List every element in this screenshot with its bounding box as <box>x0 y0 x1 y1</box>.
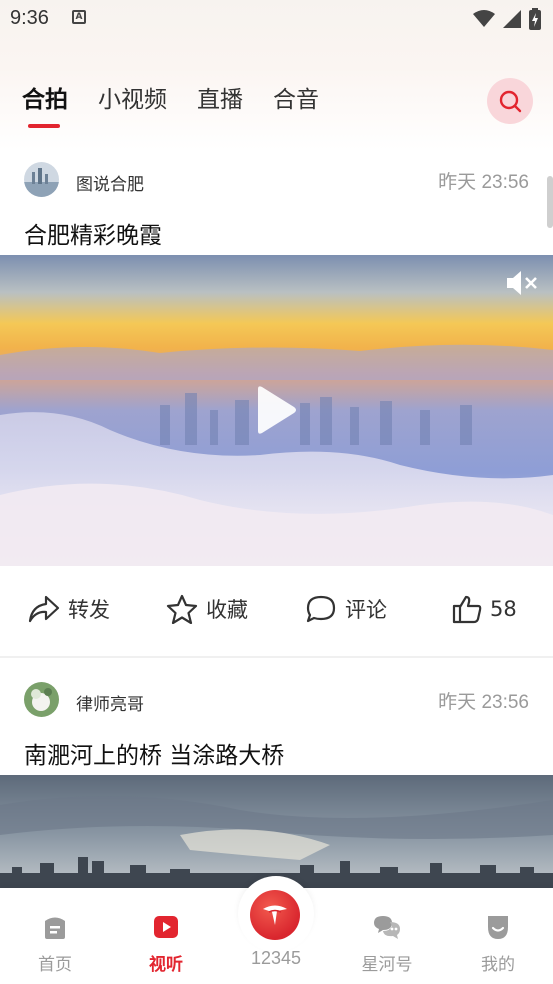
tab-heyin[interactable]: 合音 <box>273 80 319 130</box>
hotline-icon <box>263 905 287 925</box>
nav-xinghe[interactable]: 星河号 <box>347 914 427 975</box>
nav-label: 我的 <box>481 955 515 975</box>
chat-icon <box>374 916 400 939</box>
author-name[interactable]: 律师亮哥 <box>76 690 144 715</box>
nav-label: 视听 <box>149 955 183 975</box>
profile-icon <box>488 916 508 939</box>
avatar[interactable] <box>24 682 59 717</box>
nav-profile[interactable]: 我的 <box>458 914 538 975</box>
nav-home[interactable]: 首页 <box>15 914 95 975</box>
tab-label: 小视频 <box>98 87 167 113</box>
tab-bar: 合拍 小视频 直播 合音 <box>22 80 319 130</box>
battery-icon <box>529 8 541 30</box>
a-icon: A <box>72 10 86 24</box>
signal-icon <box>503 10 521 28</box>
hotline-button[interactable] <box>250 890 300 940</box>
wifi-icon <box>473 10 495 27</box>
favorite-label: 收藏 <box>206 598 248 622</box>
mute-icon[interactable] <box>505 269 539 297</box>
status-bar: 9:36 A <box>0 0 553 36</box>
nav-video[interactable]: 视听 <box>126 914 206 975</box>
author-name[interactable]: 图说合肥 <box>76 170 144 195</box>
comment-button[interactable]: 评论 <box>305 594 387 624</box>
nav-label: 首页 <box>38 955 72 975</box>
post-actions: 转发 收藏 评论 58 <box>0 566 553 656</box>
share-label: 转发 <box>68 598 110 622</box>
home-icon <box>45 917 65 939</box>
video-icon <box>154 916 178 938</box>
comment-icon <box>306 595 336 623</box>
post-title[interactable]: 合肥精彩晚霞 <box>24 216 162 250</box>
tab-label: 合音 <box>273 87 319 113</box>
tab-label: 合拍 <box>22 87 68 113</box>
post-divider <box>0 656 553 658</box>
tab-label: 直播 <box>197 87 243 113</box>
search-icon <box>499 90 522 113</box>
status-time: 9:36 <box>10 7 49 29</box>
share-button[interactable]: 转发 <box>28 594 110 624</box>
comment-label: 评论 <box>345 598 387 622</box>
star-icon <box>166 594 198 624</box>
active-tab-indicator <box>28 124 60 128</box>
favorite-button[interactable]: 收藏 <box>166 594 248 624</box>
nav-label: 星河号 <box>361 955 413 975</box>
nav-hotline[interactable] <box>238 876 314 952</box>
tab-short-video[interactable]: 小视频 <box>98 80 167 130</box>
post-header: 图说合肥 昨天 23:56 <box>0 160 553 200</box>
play-icon[interactable] <box>254 385 298 435</box>
like-count: 58 <box>490 597 517 621</box>
post-time: 昨天 23:56 <box>438 172 529 193</box>
thumbs-up-icon <box>452 595 482 624</box>
tab-hepai[interactable]: 合拍 <box>22 80 68 130</box>
video-player[interactable] <box>0 255 553 566</box>
post-header: 律师亮哥 昨天 23:56 <box>0 680 553 720</box>
search-button[interactable] <box>487 78 533 124</box>
post-time: 昨天 23:56 <box>438 692 529 713</box>
like-button[interactable]: 58 <box>452 594 517 624</box>
tab-live[interactable]: 直播 <box>197 80 243 130</box>
share-icon <box>28 595 60 623</box>
status-icons <box>473 8 541 30</box>
avatar[interactable] <box>24 162 59 197</box>
post-title[interactable]: 南淝河上的桥 当涂路大桥 <box>24 736 284 770</box>
nav-label: 12345 <box>250 948 302 968</box>
